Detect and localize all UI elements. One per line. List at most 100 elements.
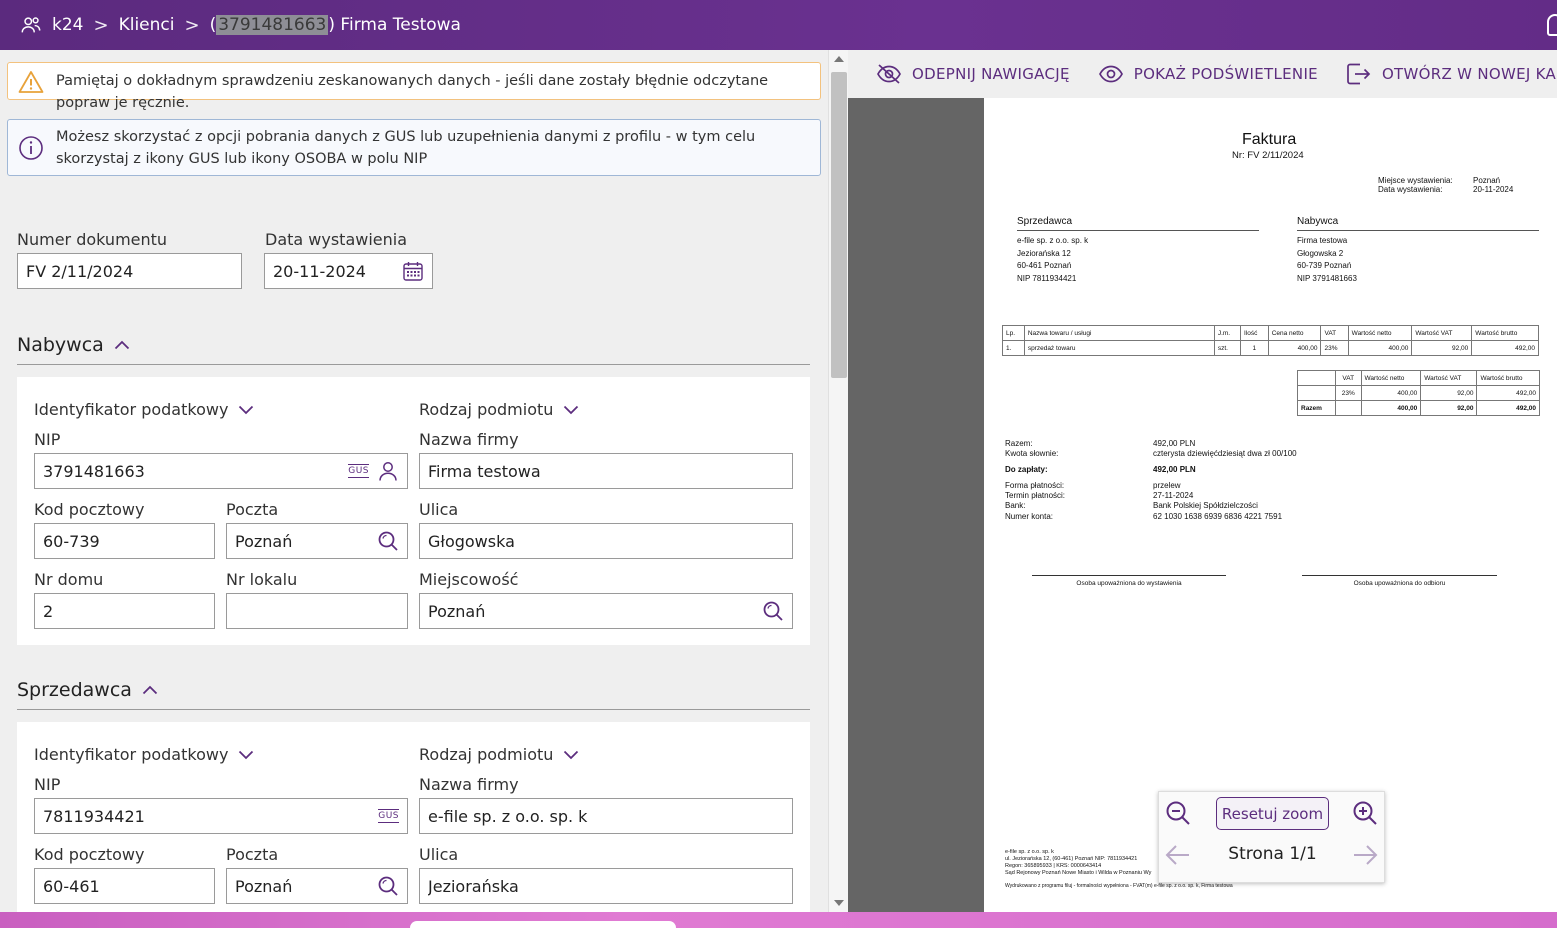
invoice-summary-table: VAT Wartość netto Wartość VAT Wartość br…	[1297, 370, 1540, 416]
search-icon[interactable]	[377, 875, 399, 897]
breadcrumb: k24 > Klienci > (3791481663) Firma Testo…	[52, 15, 461, 36]
buyer-post-input[interactable]: Poznań	[226, 523, 408, 559]
table-header-cell: VAT	[1335, 370, 1362, 386]
table-cell: 492,00	[1476, 385, 1540, 401]
taskbar-search[interactable]	[410, 921, 676, 928]
info-alert: Możesz skorzystać z opcji pobrania danyc…	[7, 119, 821, 176]
invoice-total-label: Razem:	[1005, 439, 1033, 448]
seller-tax-id-dropdown-label: Identyfikator podatkowy	[34, 745, 229, 764]
search-icon[interactable]	[762, 600, 784, 622]
seller-street-label: Ulica	[419, 845, 459, 864]
invoice-buyer-line: Firma testowa	[1297, 236, 1348, 245]
arrow-right-icon[interactable]	[1352, 844, 1378, 866]
invoice-date-value: 20-11-2024	[1473, 185, 1514, 194]
buyer-flat-input[interactable]	[226, 593, 408, 629]
warning-alert: Pamiętaj o dokładnym sprawdzeniu zeskano…	[7, 62, 821, 111]
buyer-city-input[interactable]: Poznań	[419, 593, 793, 629]
invoice-seller-line: Jeziorańska 12	[1017, 249, 1071, 258]
issue-date-value: 20-11-2024	[273, 261, 366, 281]
info-icon	[19, 136, 43, 160]
breadcrumb-client-nip: 3791481663	[216, 15, 329, 35]
table-header-cell: Lp.	[1002, 325, 1025, 341]
arrow-left-icon[interactable]	[1165, 844, 1191, 866]
bell-icon[interactable]	[1547, 14, 1557, 36]
chevron-down-icon	[239, 405, 254, 414]
table-header-cell: Wartość VAT	[1420, 370, 1478, 386]
document-number-input[interactable]: FV 2/11/2024	[17, 253, 242, 289]
buyer-street-input[interactable]: Głogowska	[419, 523, 793, 559]
form-scrollbar[interactable]	[828, 50, 848, 912]
buyer-house-value: 2	[43, 601, 54, 621]
seller-nip-input[interactable]: 7811934421 GUS	[34, 798, 408, 834]
zoom-out-icon[interactable]	[1165, 800, 1191, 826]
document-viewer[interactable]: Faktura Nr: FV 2/11/2024 Miejsce wystawi…	[848, 98, 1557, 912]
invoice-date-label: Data wystawienia:	[1378, 185, 1443, 194]
chevron-up-icon[interactable]	[142, 685, 158, 695]
buyer-nip-label: NIP	[34, 430, 61, 449]
seller-company-input[interactable]: e-file sp. z o.o. sp. k	[419, 798, 793, 834]
scroll-down-arrow[interactable]	[834, 900, 844, 906]
table-cell: sprzedaż towaru	[1023, 340, 1215, 356]
table-cell: 400,00	[1267, 340, 1322, 356]
calendar-icon[interactable]	[402, 260, 424, 282]
seller-post-input[interactable]: Poznań	[226, 868, 408, 904]
seller-post-value: Poznań	[235, 876, 293, 896]
seller-section-header[interactable]: Sprzedawca	[17, 670, 810, 710]
buyer-post-value: Poznań	[235, 531, 293, 551]
buyer-postal-input[interactable]: 60-739	[34, 523, 215, 559]
table-cell: 400,00	[1360, 400, 1422, 416]
open-new-tab-label: OTWÓRZ W NOWEJ KARCIE	[1381, 65, 1557, 83]
show-highlight-button[interactable]: POKAŻ PODŚWIETLENIE	[1098, 63, 1318, 85]
issue-date-label: Data wystawienia	[265, 230, 408, 249]
reset-zoom-button[interactable]: Resetuj zoom	[1216, 797, 1329, 830]
buyer-entity-type-dropdown[interactable]: Rodzaj podmiotu	[419, 400, 579, 419]
search-icon[interactable]	[377, 530, 399, 552]
invoice-footer-line: Wydrukowano z programu filuj - formalnoś…	[1005, 883, 1233, 889]
zoom-in-icon[interactable]	[1352, 800, 1378, 826]
gus-icon[interactable]: GUS	[378, 809, 399, 823]
table-cell: Razem	[1297, 400, 1336, 416]
table-row: Razem 400,00 92,00 492,00	[1297, 400, 1540, 416]
info-text: Możesz skorzystać z opcji pobrania danyc…	[56, 129, 756, 167]
table-cell	[1335, 400, 1362, 416]
unpin-navigation-button[interactable]: ODEPNIJ NAWIGACJĘ	[876, 63, 1070, 85]
invoice-seller-head: Sprzedawca	[1017, 216, 1259, 231]
buyer-company-input[interactable]: Firma testowa	[419, 453, 793, 489]
invoice-payment-form-label: Forma płatności:	[1005, 481, 1065, 490]
seller-tax-id-dropdown[interactable]: Identyfikator podatkowy	[34, 745, 254, 764]
buyer-section-title: Nabywca	[17, 333, 104, 356]
open-new-tab-button[interactable]: OTWÓRZ W NOWEJ KARCIE	[1346, 62, 1557, 86]
table-header-cell: Wartość netto	[1360, 370, 1422, 386]
invoice-seller-line: NIP 7811934421	[1017, 274, 1077, 283]
buyer-house-label: Nr domu	[34, 570, 104, 589]
gus-icon[interactable]: GUS	[348, 464, 369, 478]
issue-date-input[interactable]: 20-11-2024	[264, 253, 433, 289]
buyer-company-label: Nazwa firmy	[419, 430, 519, 449]
person-icon[interactable]	[377, 460, 399, 482]
seller-postal-input[interactable]: 60-461	[34, 868, 215, 904]
users-icon	[21, 17, 41, 33]
breadcrumb-clients[interactable]: Klienci	[119, 15, 175, 35]
warning-icon	[18, 71, 44, 93]
invoice-payment-form-value: przelew	[1153, 481, 1181, 490]
chevron-up-icon[interactable]	[114, 340, 130, 350]
table-header-cell: Wartość VAT	[1411, 325, 1473, 341]
seller-street-input[interactable]: Jeziorańska	[419, 868, 793, 904]
form-panel: Pamiętaj o dokładnym sprawdzeniu zeskano…	[0, 50, 828, 912]
buyer-tax-id-dropdown[interactable]: Identyfikator podatkowy	[34, 400, 254, 419]
breadcrumb-app[interactable]: k24	[52, 15, 83, 35]
breadcrumb-paren: (	[209, 15, 217, 35]
table-row: 1. sprzedaż towaru szt. 1 400,00 23% 400…	[1002, 340, 1539, 356]
preview-panel: ODEPNIJ NAWIGACJĘ POKAŻ PODŚWIETLENIE OT…	[848, 50, 1557, 912]
chevron-down-icon	[239, 750, 254, 759]
scroll-up-arrow[interactable]	[834, 56, 844, 62]
breadcrumb-client-name: ) Firma Testowa	[328, 15, 461, 35]
buyer-house-input[interactable]: 2	[34, 593, 215, 629]
invoice-sign-issuer: Osoba upoważniona do wystawienia	[1032, 575, 1226, 589]
scrollbar-thumb[interactable]	[831, 72, 847, 378]
buyer-nip-input[interactable]: 3791481663 GUS	[34, 453, 408, 489]
buyer-section-header[interactable]: Nabywca	[17, 325, 810, 365]
table-header-cell: Wartość brutto	[1476, 370, 1540, 386]
seller-entity-type-dropdown[interactable]: Rodzaj podmiotu	[419, 745, 579, 764]
chevron-down-icon	[564, 405, 579, 414]
